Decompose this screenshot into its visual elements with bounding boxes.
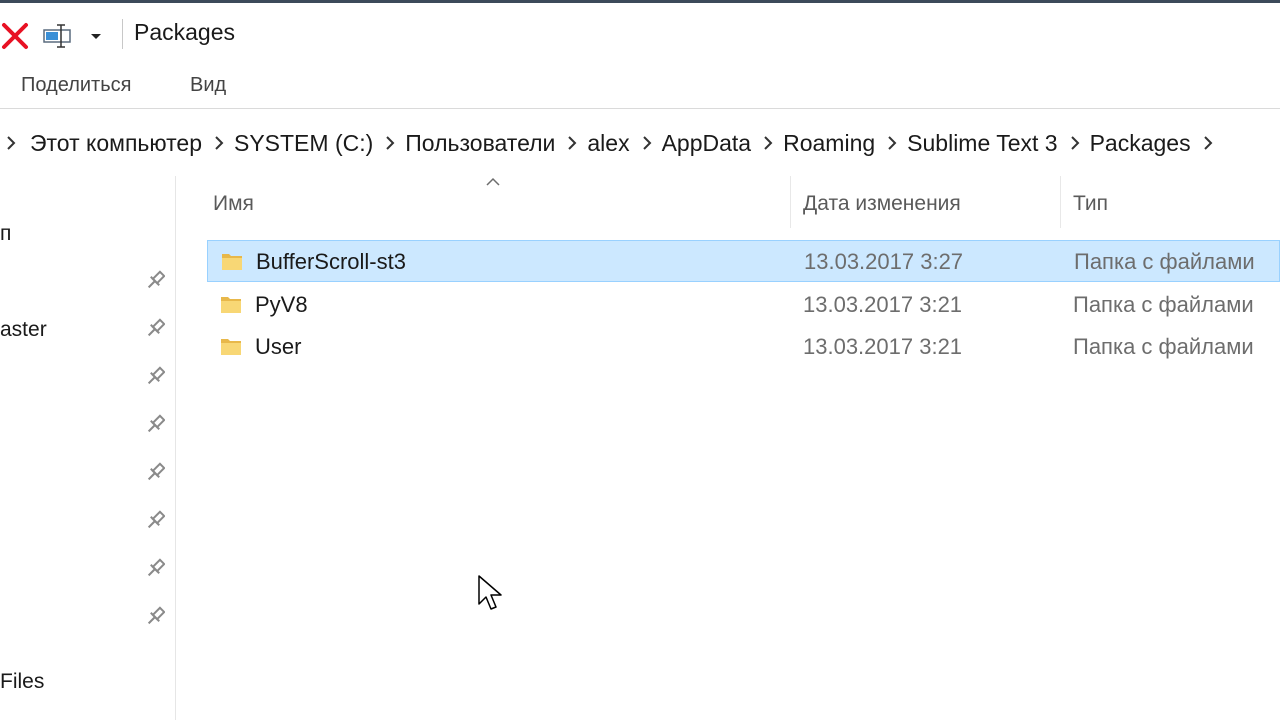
file-name: BufferScroll-st3 xyxy=(256,249,406,274)
column-divider[interactable] xyxy=(790,176,791,228)
breadcrumb-appdata[interactable]: AppData xyxy=(662,120,752,166)
file-type: Папка с файлами xyxy=(1074,249,1255,274)
nav-item-label[interactable]: Files xyxy=(0,668,44,696)
pin-icon xyxy=(145,318,166,340)
rename-button[interactable] xyxy=(42,21,76,51)
pin-icon xyxy=(145,270,166,292)
tab-share[interactable]: Поделиться xyxy=(21,72,131,98)
pin-icon xyxy=(145,606,166,628)
sort-ascending-icon xyxy=(486,174,500,186)
nav-item-label[interactable]: п xyxy=(0,220,11,248)
folder-icon xyxy=(221,339,241,355)
nav-item-label[interactable]: aster xyxy=(0,316,47,344)
folder-icon xyxy=(222,254,242,270)
address-bar[interactable]: Этот компьютер SYSTEM (C:) Пользователи … xyxy=(0,120,1280,166)
tab-view[interactable]: Вид xyxy=(190,72,226,98)
file-type: Папка с файлами xyxy=(1073,292,1254,317)
title-bar: Packages xyxy=(0,3,1280,59)
breadcrumb-this-pc[interactable]: Этот компьютер xyxy=(30,120,202,166)
column-header-name[interactable]: Имя xyxy=(213,186,786,226)
file-name: User xyxy=(255,334,302,359)
navigation-pane: п aster Files xyxy=(0,176,176,720)
column-header-type[interactable]: Тип xyxy=(1073,186,1273,226)
rename-icon xyxy=(43,24,71,48)
window-title: Packages xyxy=(134,19,236,45)
chevron-right-icon[interactable] xyxy=(565,120,577,166)
file-name: PyV8 xyxy=(255,292,308,317)
file-row[interactable]: BufferScroll-st3 13.03.2017 3:27 Папка с… xyxy=(207,240,1280,282)
pin-icon xyxy=(145,366,166,388)
folder-icon xyxy=(221,297,241,313)
file-row[interactable]: User 13.03.2017 3:21 Папка с файлами xyxy=(207,326,1280,368)
delete-button[interactable] xyxy=(0,19,30,53)
file-date: 13.03.2017 3:27 xyxy=(804,249,964,274)
chevron-right-icon[interactable] xyxy=(885,120,897,166)
ribbon-tabs: Поделиться Вид xyxy=(0,60,1280,109)
breadcrumb-packages[interactable]: Packages xyxy=(1090,120,1191,166)
pin-icon xyxy=(145,558,166,580)
pin-icon xyxy=(145,414,166,436)
breadcrumb-sublime-text-3[interactable]: Sublime Text 3 xyxy=(907,120,1057,166)
breadcrumb-alex[interactable]: alex xyxy=(587,120,629,166)
file-row[interactable]: PyV8 13.03.2017 3:21 Папка с файлами xyxy=(207,284,1280,326)
file-list[interactable]: Имя Дата изменения Тип BufferScroll-st3 … xyxy=(176,166,1280,720)
chevron-right-icon[interactable] xyxy=(1201,120,1213,166)
pin-icon xyxy=(145,462,166,484)
quick-access-customize-button[interactable] xyxy=(86,21,106,51)
chevron-right-icon[interactable] xyxy=(212,120,224,166)
chevron-right-icon[interactable] xyxy=(640,120,652,166)
file-date: 13.03.2017 3:21 xyxy=(803,292,963,317)
breadcrumb: Этот компьютер SYSTEM (C:) Пользователи … xyxy=(0,120,1223,166)
chevron-right-icon[interactable] xyxy=(4,120,16,166)
pin-icon xyxy=(145,510,166,532)
column-header-date[interactable]: Дата изменения xyxy=(803,186,1058,226)
breadcrumb-system-drive[interactable]: SYSTEM (C:) xyxy=(234,120,373,166)
chevron-right-icon[interactable] xyxy=(761,120,773,166)
chevron-right-icon[interactable] xyxy=(383,120,395,166)
breadcrumb-roaming[interactable]: Roaming xyxy=(783,120,875,166)
title-separator xyxy=(122,19,123,49)
file-date: 13.03.2017 3:21 xyxy=(803,334,963,359)
file-type: Папка с файлами xyxy=(1073,334,1254,359)
chevron-down-icon xyxy=(91,34,101,39)
breadcrumb-users[interactable]: Пользователи xyxy=(405,120,555,166)
chevron-right-icon[interactable] xyxy=(1068,120,1080,166)
column-divider[interactable] xyxy=(1060,176,1061,228)
red-x-icon xyxy=(2,23,28,49)
